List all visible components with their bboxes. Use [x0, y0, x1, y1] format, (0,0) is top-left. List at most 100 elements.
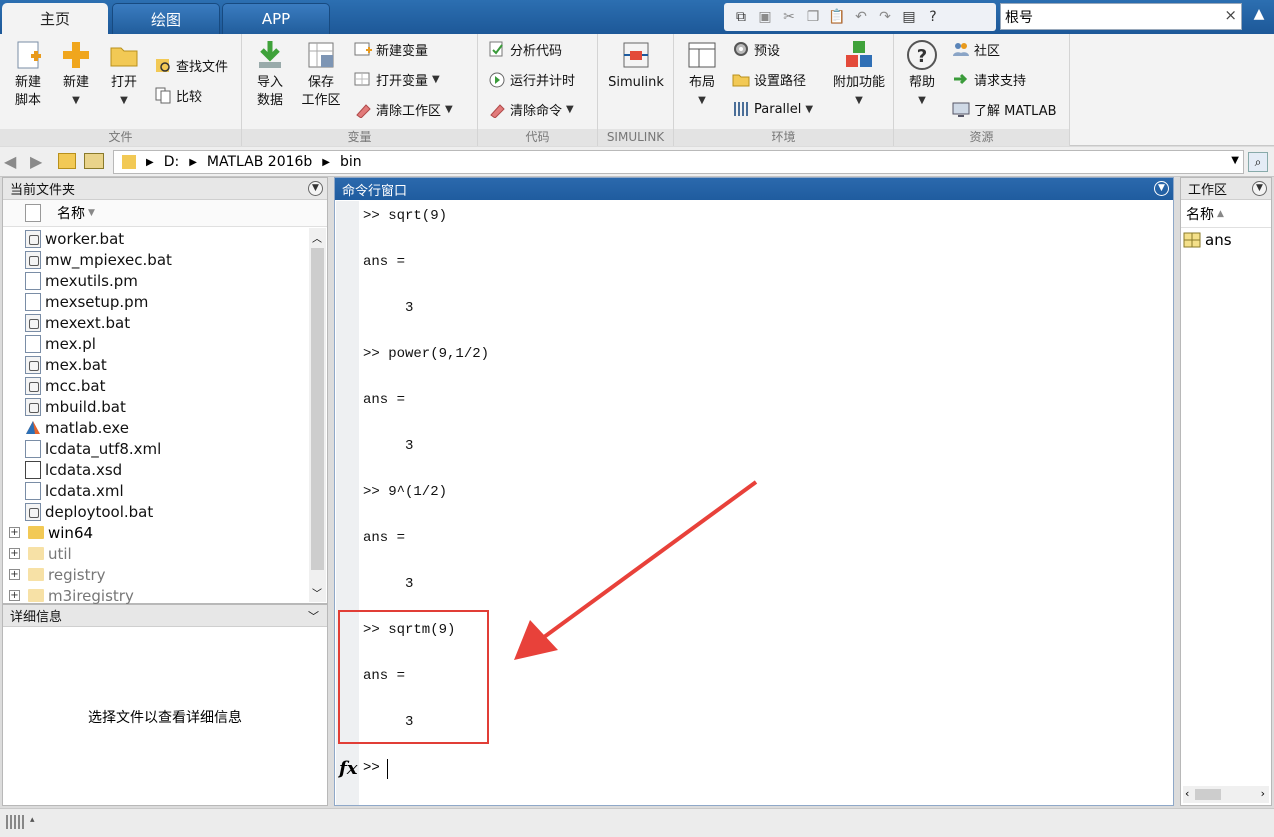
- learn-matlab-button[interactable]: 了解 MATLAB: [952, 98, 1057, 120]
- file-row[interactable]: mw_mpiexec.bat: [3, 249, 327, 270]
- expand-icon[interactable]: +: [9, 590, 20, 601]
- new-dropdown-icon[interactable]: ▼: [54, 92, 98, 110]
- scroll-right-icon[interactable]: ›: [1261, 787, 1265, 800]
- panel-menu-icon[interactable]: ▼: [308, 181, 323, 196]
- search-documentation-input[interactable]: 根号 ×: [1000, 3, 1242, 30]
- addons-button[interactable]: 附加功能 ▼: [828, 38, 890, 110]
- details-collapse-icon[interactable]: ﹀: [308, 608, 319, 624]
- function-browser-icon[interactable]: fx: [339, 758, 357, 779]
- text-cursor[interactable]: [387, 759, 388, 779]
- forward-icon[interactable]: ▶: [30, 152, 42, 171]
- folder-row[interactable]: + registry: [3, 564, 327, 585]
- open-dropdown-icon[interactable]: ▼: [102, 92, 146, 110]
- file-row[interactable]: lcdata.xml: [3, 480, 327, 501]
- simulink-button[interactable]: Simulink: [604, 38, 668, 92]
- tab-plots[interactable]: 绘图: [112, 3, 220, 34]
- address-field[interactable]: ▶ D: ▶ MATLAB 2016b ▶ bin ▼: [113, 150, 1244, 174]
- tab-apps[interactable]: APP: [222, 3, 330, 34]
- command-window-menu-icon[interactable]: ▼: [1154, 181, 1169, 196]
- scroll-up-icon[interactable]: ︿: [312, 230, 322, 245]
- help-circle-icon[interactable]: ?: [922, 6, 944, 28]
- scrollbar-thumb[interactable]: [311, 248, 324, 570]
- scroll-left-icon[interactable]: ‹: [1185, 787, 1189, 800]
- clear-commands-button[interactable]: 清除命令 ▼: [488, 98, 574, 120]
- collapse-toolstrip-icon[interactable]: ▲: [1248, 6, 1270, 28]
- analyze-code-button[interactable]: 分析代码: [488, 38, 562, 60]
- help-dropdown-icon[interactable]: ▼: [902, 92, 942, 110]
- save-workspace-button[interactable]: 保存 工作区: [296, 38, 346, 110]
- h-scroll-thumb[interactable]: [1195, 789, 1221, 800]
- cut-icon[interactable]: ✂: [778, 6, 800, 28]
- expand-icon[interactable]: +: [9, 548, 20, 559]
- search-folder-icon[interactable]: ⌕: [1248, 152, 1268, 172]
- clear-workspace-button[interactable]: 清除工作区 ▼: [354, 98, 453, 120]
- expand-icon[interactable]: +: [9, 569, 20, 580]
- open-variable-dropdown-icon[interactable]: ▼: [432, 74, 440, 85]
- expand-icon[interactable]: +: [9, 527, 20, 538]
- workspace-menu-icon[interactable]: ▼: [1252, 181, 1267, 196]
- set-path-button[interactable]: 设置路径: [732, 68, 806, 90]
- status-dropdown-icon[interactable]: ▴: [30, 815, 35, 825]
- address-segment[interactable]: bin: [340, 154, 362, 170]
- open-variable-button[interactable]: 打开变量 ▼: [354, 68, 440, 90]
- clear-workspace-dropdown-icon[interactable]: ▼: [445, 104, 453, 115]
- clear-workspace-icon: [354, 100, 372, 119]
- workspace-variable-row[interactable]: ans: [1181, 228, 1271, 252]
- new-script-button[interactable]: 新建 脚本: [6, 38, 50, 110]
- tab-home[interactable]: 主页: [2, 3, 108, 34]
- addons-dropdown-icon[interactable]: ▼: [828, 92, 890, 110]
- browse-folder-icon[interactable]: [84, 153, 104, 169]
- find-files-button[interactable]: 查找文件: [154, 54, 228, 76]
- file-row[interactable]: mexsetup.pm: [3, 291, 327, 312]
- status-grip-icon[interactable]: [6, 815, 26, 829]
- document-icon: [25, 334, 41, 353]
- redo-icon[interactable]: ↷: [874, 6, 896, 28]
- folder-row[interactable]: + m3iregistry: [3, 585, 327, 606]
- switch-windows-icon[interactable]: ▤: [898, 6, 920, 28]
- undo-icon[interactable]: ↶: [850, 6, 872, 28]
- run-and-time-button[interactable]: 运行并计时: [488, 68, 575, 90]
- column-header[interactable]: 名称 ▼: [3, 200, 327, 227]
- file-row[interactable]: lcdata_utf8.xml: [3, 438, 327, 459]
- parallel-dropdown-icon[interactable]: ▼: [805, 104, 813, 115]
- horizontal-scrollbar[interactable]: ‹ ›: [1183, 786, 1269, 803]
- file-row[interactable]: lcdata.xsd: [3, 459, 327, 480]
- new-button[interactable]: 新建 ▼: [54, 38, 98, 110]
- new-window-icon[interactable]: ⧉: [730, 6, 752, 28]
- up-folder-icon[interactable]: [58, 153, 76, 169]
- paste-icon[interactable]: 📋: [826, 6, 848, 28]
- preferences-button[interactable]: 预设: [732, 38, 780, 60]
- layout-dropdown-icon[interactable]: ▼: [682, 92, 722, 110]
- file-row[interactable]: deploytool.bat: [3, 501, 327, 522]
- clear-search-icon[interactable]: ×: [1224, 6, 1237, 24]
- file-row[interactable]: mex.bat: [3, 354, 327, 375]
- file-row[interactable]: mex.pl: [3, 333, 327, 354]
- copy-icon[interactable]: ❐: [802, 6, 824, 28]
- file-row[interactable]: mexext.bat: [3, 312, 327, 333]
- open-button[interactable]: 打开 ▼: [102, 38, 146, 110]
- file-row[interactable]: mexutils.pm: [3, 270, 327, 291]
- file-row[interactable]: matlab.exe: [3, 417, 327, 438]
- parallel-button[interactable]: Parallel ▼: [732, 98, 813, 120]
- clear-commands-dropdown-icon[interactable]: ▼: [566, 104, 574, 115]
- address-segment[interactable]: D:: [164, 154, 180, 170]
- file-row[interactable]: mbuild.bat: [3, 396, 327, 417]
- folder-row[interactable]: + util: [3, 543, 327, 564]
- vertical-scrollbar[interactable]: ︿ ﹀: [309, 228, 326, 602]
- scroll-down-icon[interactable]: ﹀: [312, 585, 322, 600]
- address-dropdown-icon[interactable]: ▼: [1231, 155, 1239, 166]
- community-button[interactable]: 社区: [952, 38, 1000, 60]
- help-button[interactable]: ? 帮助 ▼: [902, 38, 942, 110]
- layout-button[interactable]: 布局 ▼: [682, 38, 722, 110]
- address-segment[interactable]: MATLAB 2016b: [207, 154, 312, 170]
- new-variable-button[interactable]: 新建变量: [354, 38, 428, 60]
- compare-button[interactable]: 比较: [154, 84, 202, 106]
- request-support-button[interactable]: 请求支持: [952, 68, 1026, 90]
- workspace-column-header[interactable]: 名称 ▲: [1181, 200, 1271, 228]
- import-data-button[interactable]: 导入 数据: [248, 38, 292, 110]
- save-icon[interactable]: ▣: [754, 6, 776, 28]
- back-icon[interactable]: ◀: [4, 152, 16, 171]
- folder-row[interactable]: + win64: [3, 522, 327, 543]
- file-row[interactable]: worker.bat: [3, 228, 327, 249]
- file-row[interactable]: mcc.bat: [3, 375, 327, 396]
